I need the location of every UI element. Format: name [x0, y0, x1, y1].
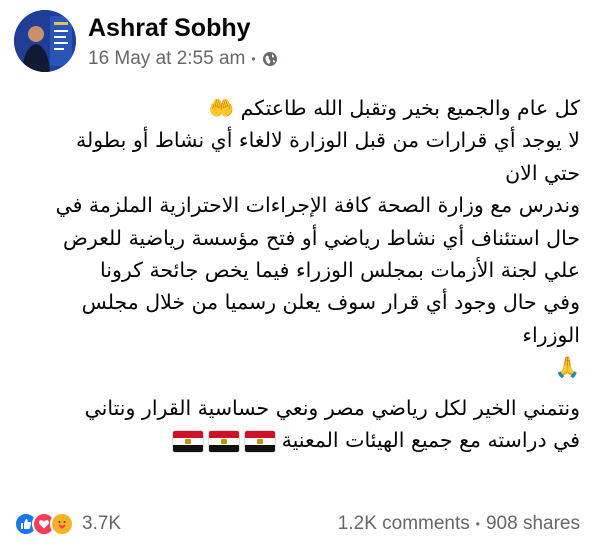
- facebook-post: Ashraf Sobhy 16 May at 2:55 am • كل عام …: [0, 0, 600, 558]
- body-line: علي لجنة الأزمات بمجلس الوزراء فيما يخص …: [100, 258, 580, 283]
- timestamp[interactable]: 16 May at 2:55 am: [88, 48, 245, 70]
- body-line: لا يوجد أي قرارات من قبل الوزارة لالغاء …: [75, 128, 580, 153]
- body-line: حال استئناف أي نشاط رياضي أو فتح مؤسسة ر…: [63, 225, 580, 250]
- body-line: وندرس مع وزارة الصحة كافة الإجراءات الاح…: [55, 193, 580, 218]
- post-meta: 16 May at 2:55 am •: [88, 48, 278, 70]
- reactions-summary[interactable]: 3.7K: [14, 512, 121, 536]
- body-line: كل عام والجميع بخير وتقبل الله طاعتكم 🤲: [208, 96, 580, 120]
- egypt-flags-emoji: [173, 430, 276, 452]
- meta-separator: •: [251, 52, 256, 66]
- egypt-flag-icon: [209, 430, 240, 452]
- care-icon: [50, 512, 74, 536]
- body-line: الوزراء: [522, 322, 580, 347]
- engagement-stats: 1.2K comments • 908 shares: [338, 513, 580, 535]
- egypt-flag-icon: [245, 430, 276, 452]
- body-line: في دراسته مع جميع الهيئات المعنية: [281, 428, 580, 453]
- body-line: حتي الان: [505, 160, 580, 185]
- globe-icon[interactable]: [262, 51, 278, 67]
- shares-count[interactable]: 908 shares: [486, 513, 580, 535]
- comments-count[interactable]: 1.2K comments: [338, 513, 470, 535]
- prayer-emoji: 🙏: [554, 355, 580, 380]
- post-body: كل عام والجميع بخير وتقبل الله طاعتكم 🤲 …: [15, 92, 580, 456]
- egypt-flag-icon: [173, 430, 204, 452]
- stats-separator: •: [475, 517, 480, 531]
- body-line: وفي حال وجود أي قرار سوف يعلن رسميا من خ…: [81, 290, 580, 315]
- body-line: ونتمني الخير لكل رياضي مصر ونعي حساسية ا…: [84, 395, 580, 420]
- avatar[interactable]: [14, 10, 76, 72]
- author-name[interactable]: Ashraf Sobhy: [88, 14, 251, 43]
- body-line-with-flags: في دراسته مع جميع الهيئات المعنية: [15, 424, 580, 456]
- reaction-count[interactable]: 3.7K: [82, 513, 121, 535]
